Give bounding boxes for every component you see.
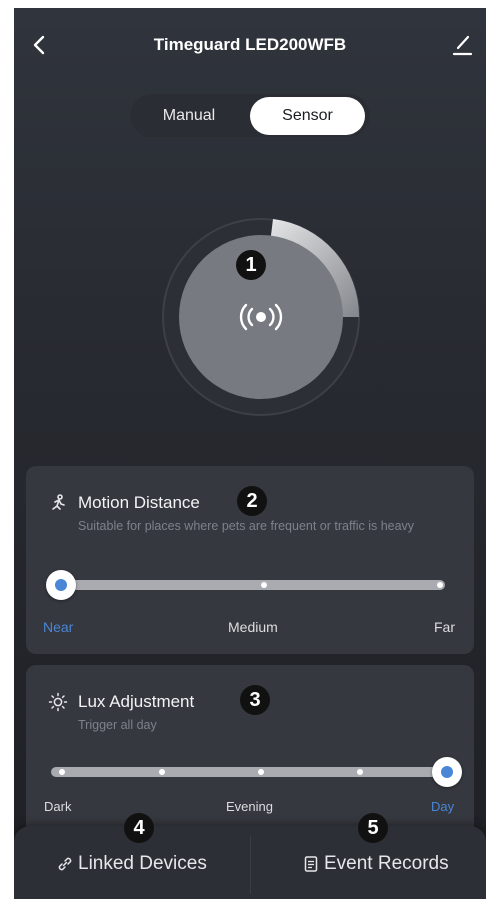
motion-distance-subtitle: Suitable for places where pets are frequ… xyxy=(78,519,415,533)
event-records-label: Event Records xyxy=(324,853,449,874)
document-icon xyxy=(302,855,320,873)
slider-tick xyxy=(437,582,443,588)
running-person-icon xyxy=(48,493,68,513)
slider-tick xyxy=(261,582,267,588)
mode-toggle: Manual Sensor xyxy=(129,93,371,139)
motion-distance-title: Motion Distance xyxy=(78,493,200,512)
top-bar: Timeguard LED200WFB xyxy=(14,8,486,78)
mode-sensor-button[interactable]: Sensor xyxy=(250,97,365,135)
annotation-badge: 5 xyxy=(358,813,388,843)
annotation-badge: 3 xyxy=(240,685,270,715)
sun-icon xyxy=(48,692,68,712)
lux-adjustment-title: Lux Adjustment xyxy=(78,692,195,711)
slider-handle[interactable] xyxy=(432,757,462,787)
annotation-badge: 4 xyxy=(124,813,154,843)
slider-handle[interactable] xyxy=(46,570,76,600)
motion-distance-slider[interactable] xyxy=(46,570,445,600)
mode-manual-button[interactable]: Manual xyxy=(137,93,241,139)
sensor-broadcast-icon xyxy=(237,302,285,332)
lux-adjustment-subtitle: Trigger all day xyxy=(78,718,157,732)
slider-tick xyxy=(59,769,65,775)
sensor-dial[interactable] xyxy=(160,216,362,418)
level-label-day: Day xyxy=(431,799,455,814)
annotation-badge: 2 xyxy=(237,486,267,516)
link-icon xyxy=(56,855,74,873)
pencil-icon xyxy=(452,35,473,56)
level-label-medium: Medium xyxy=(228,619,278,635)
motion-distance-card: Motion Distance 2 Suitable for places wh… xyxy=(26,466,474,654)
lux-adjustment-slider[interactable] xyxy=(51,757,462,787)
linked-devices-label: Linked Devices xyxy=(78,853,207,874)
level-label-near: Near xyxy=(43,619,74,635)
level-label-evening: Evening xyxy=(226,799,273,814)
page-title: Timeguard LED200WFB xyxy=(153,35,347,54)
app-screen: Timeguard LED200WFB Manual Sensor 1 Moti… xyxy=(14,8,486,899)
annotation-badge: 1 xyxy=(236,250,266,280)
slider-tick xyxy=(159,769,165,775)
level-label-dark: Dark xyxy=(44,799,72,814)
lux-adjustment-card: Lux Adjustment 3 Trigger all day Dark Ev… xyxy=(26,665,474,835)
slider-tick xyxy=(357,769,363,775)
bottom-action-bar: Linked Devices Event Records xyxy=(14,826,486,899)
edit-button[interactable] xyxy=(451,32,473,58)
slider-tick xyxy=(258,769,264,775)
level-label-far: Far xyxy=(434,619,455,635)
